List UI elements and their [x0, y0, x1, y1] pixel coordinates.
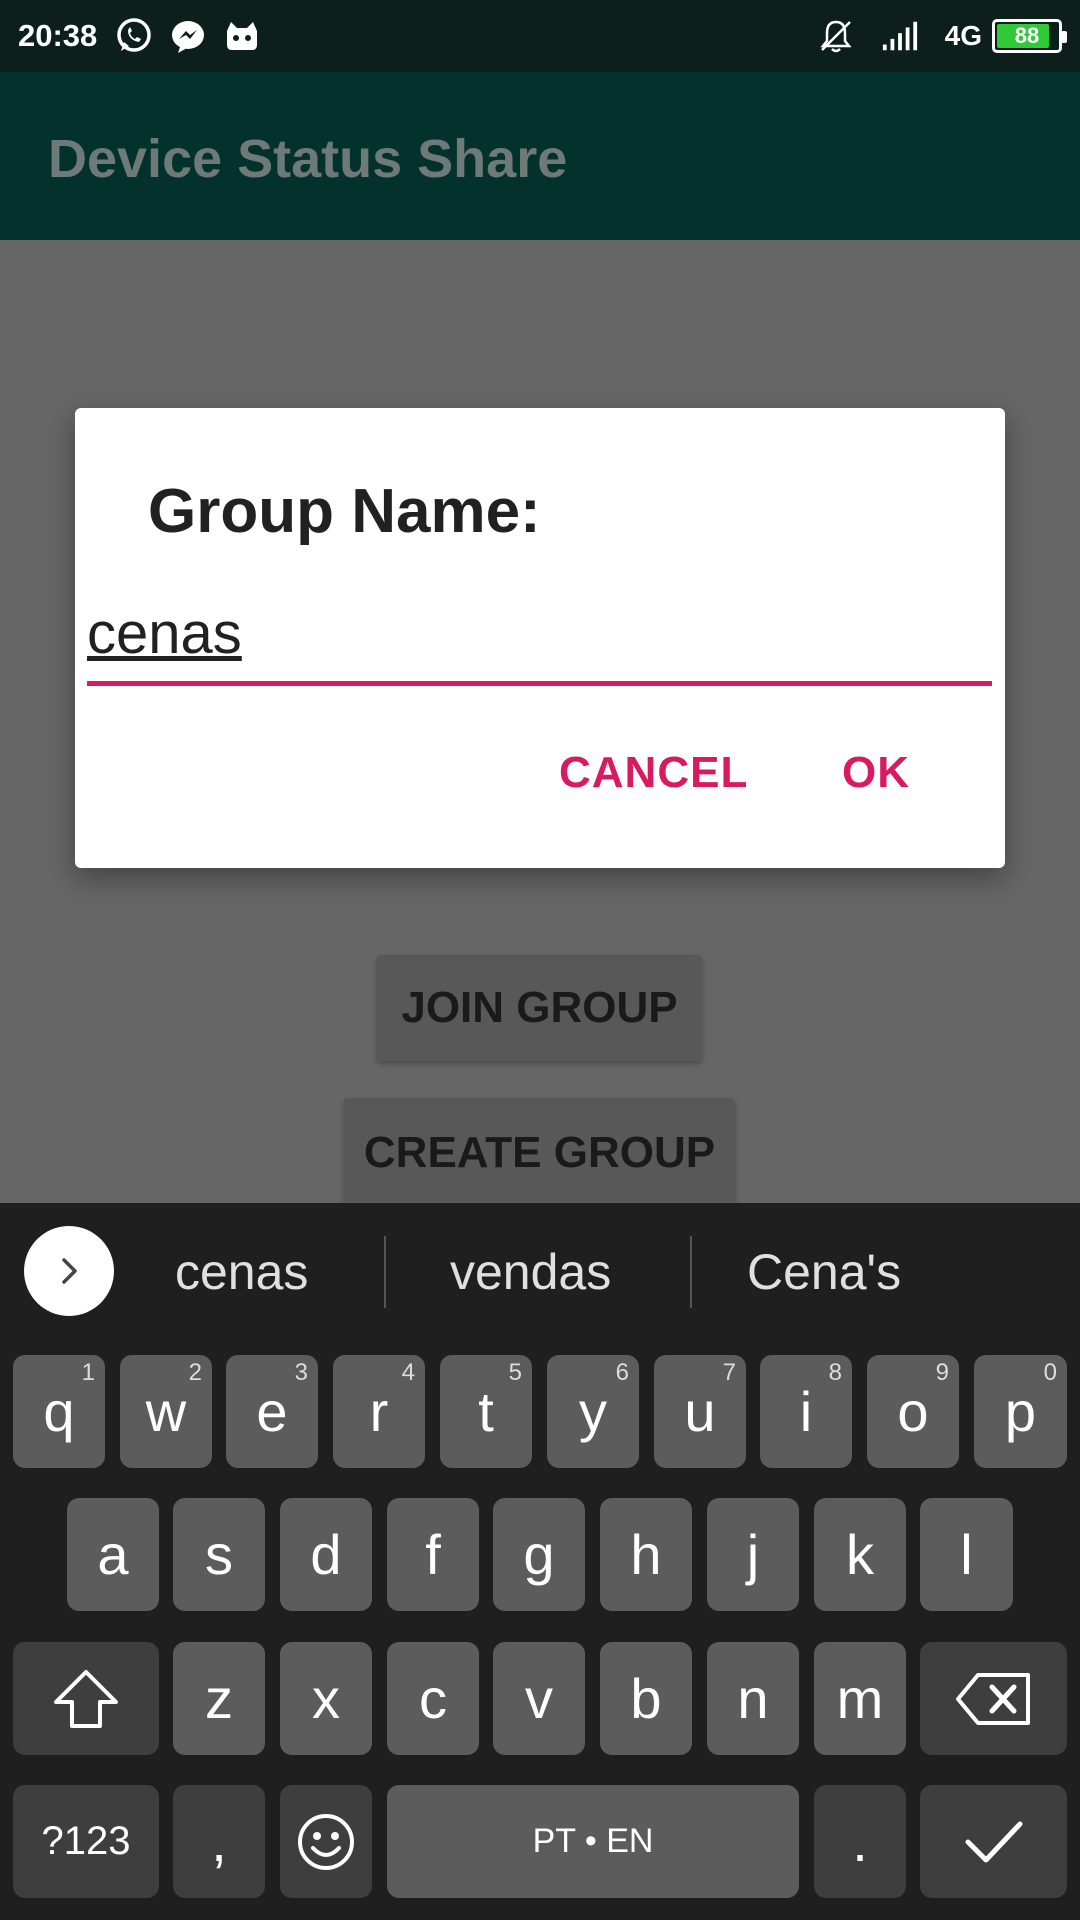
join-group-button[interactable]: JOIN GROUP [377, 955, 702, 1061]
done-key[interactable] [920, 1785, 1067, 1898]
key-g[interactable]: g [493, 1498, 585, 1611]
key-p[interactable]: p0 [974, 1355, 1067, 1468]
key-hint: 4 [401, 1359, 415, 1386]
key-label: y [579, 1380, 607, 1443]
comma-key[interactable]: , [173, 1785, 265, 1898]
key-i[interactable]: i8 [760, 1355, 852, 1468]
key-hint: 6 [615, 1359, 629, 1386]
checkmark-icon [965, 1821, 1022, 1862]
suggestion-divider [690, 1236, 692, 1308]
key-z[interactable]: z [173, 1642, 265, 1755]
key-j[interactable]: j [707, 1498, 799, 1611]
suggestion-3[interactable]: Cena's [747, 1243, 901, 1301]
key-n[interactable]: n [707, 1642, 799, 1755]
status-bar: 20:38 4G 88 [0, 0, 1080, 72]
key-h[interactable]: h [600, 1498, 692, 1611]
key-d[interactable]: d [280, 1498, 372, 1611]
key-hint: 8 [828, 1359, 842, 1386]
status-time: 20:38 [18, 18, 98, 53]
app-title: Device Status Share [48, 129, 568, 189]
key-s[interactable]: s [173, 1498, 265, 1611]
battery-level: 88 [1014, 23, 1040, 48]
shift-icon [54, 1669, 118, 1728]
key-w[interactable]: w2 [120, 1355, 212, 1468]
key-label: p [1004, 1380, 1037, 1443]
signal-icon [881, 17, 919, 55]
suggestion-1[interactable]: cenas [175, 1243, 308, 1301]
cancel-button[interactable]: CANCEL [559, 748, 748, 798]
suggestion-strip: cenas vendas Cena's [0, 1203, 1080, 1333]
key-label: r [369, 1380, 389, 1443]
create-group-button[interactable]: CREATE GROUP [344, 1098, 735, 1208]
key-label: t [478, 1380, 494, 1443]
key-l[interactable]: l [920, 1498, 1013, 1611]
key-label: q [43, 1380, 75, 1443]
chevron-right-icon [62, 1258, 77, 1284]
suggestion-2[interactable]: vendas [450, 1243, 611, 1301]
key-u[interactable]: u7 [654, 1355, 746, 1468]
key-e[interactable]: e3 [226, 1355, 318, 1468]
key-label: e [256, 1380, 288, 1443]
key-hint: 2 [188, 1359, 202, 1386]
key-k[interactable]: k [814, 1498, 906, 1611]
key-o[interactable]: o9 [867, 1355, 959, 1468]
ok-button[interactable]: OK [842, 748, 910, 798]
key-hint: 9 [935, 1359, 949, 1386]
backspace-key[interactable] [920, 1642, 1067, 1755]
key-c[interactable]: c [387, 1642, 479, 1755]
key-f[interactable]: f [387, 1498, 479, 1611]
soft-keyboard: cenas vendas Cena's q1 w2 e3 r4 t5 y6 u7… [0, 1203, 1080, 1920]
key-label: o [897, 1380, 929, 1443]
key-hint: 3 [294, 1359, 308, 1386]
suggestion-divider [384, 1236, 386, 1308]
key-label: u [684, 1380, 716, 1443]
whatsapp-icon [115, 17, 153, 55]
key-x[interactable]: x [280, 1642, 372, 1755]
key-hint: 7 [722, 1359, 736, 1386]
period-key[interactable]: . [814, 1785, 906, 1898]
emoji-icon [298, 1813, 354, 1870]
network-type: 4G [944, 20, 982, 51]
key-q[interactable]: q1 [13, 1355, 105, 1468]
emoji-key[interactable] [280, 1785, 372, 1898]
messenger-icon [169, 17, 207, 55]
group-name-field [87, 586, 992, 686]
space-key[interactable]: PT • EN [387, 1785, 799, 1898]
key-hint: 1 [81, 1359, 95, 1386]
battery-icon: 88 [992, 19, 1067, 53]
key-y[interactable]: y6 [547, 1355, 639, 1468]
key-v[interactable]: v [493, 1642, 585, 1755]
key-b[interactable]: b [600, 1642, 692, 1755]
key-a[interactable]: a [67, 1498, 159, 1611]
expand-suggestions-button[interactable] [24, 1226, 114, 1316]
bell-off-icon [817, 17, 855, 55]
group-name-dialog: Group Name: CANCEL OK [75, 408, 1005, 868]
group-name-input[interactable] [87, 586, 992, 681]
cat-icon [223, 17, 261, 55]
backspace-icon [955, 1672, 1030, 1725]
dialog-title: Group Name: [148, 477, 541, 546]
app-bar: Device Status Share [0, 72, 1080, 240]
key-hint: 0 [1043, 1359, 1057, 1386]
key-t[interactable]: t5 [440, 1355, 532, 1468]
shift-key[interactable] [13, 1642, 159, 1755]
key-r[interactable]: r4 [333, 1355, 425, 1468]
key-hint: 5 [508, 1359, 522, 1386]
key-label: w [145, 1380, 187, 1443]
key-m[interactable]: m [814, 1642, 906, 1755]
key-label: i [799, 1380, 813, 1443]
symbols-key[interactable]: ?123 [13, 1785, 159, 1898]
